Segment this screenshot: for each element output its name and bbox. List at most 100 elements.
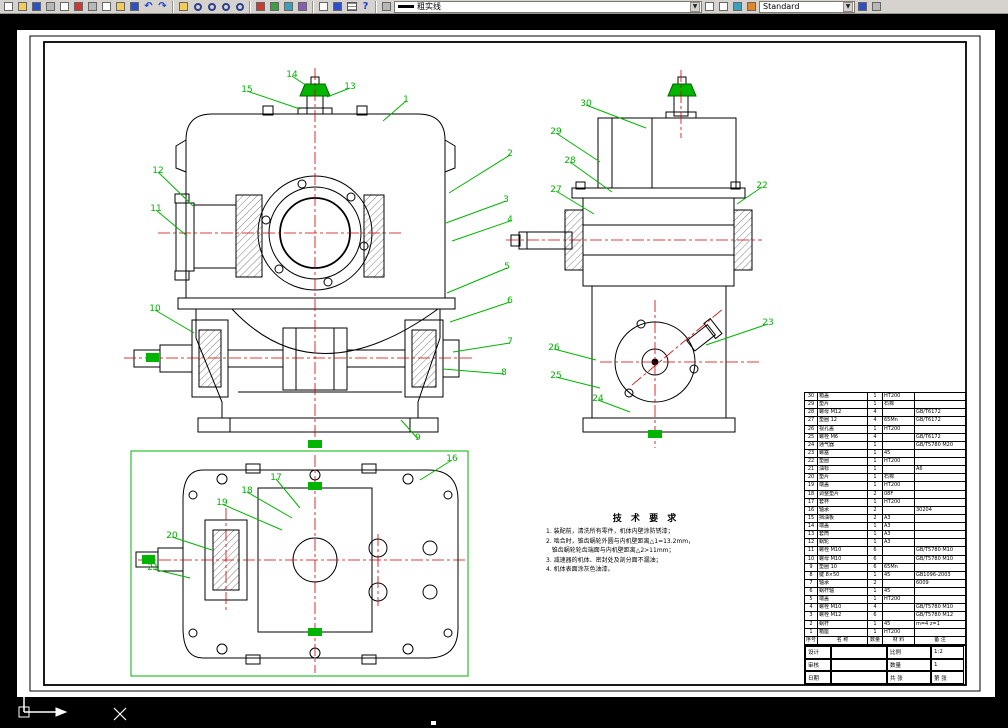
bom-row: 11螺栓 M106GB/T5780 M10 [805, 547, 965, 555]
area-icon[interactable] [296, 0, 309, 13]
bom-cell: 蜗杆 [818, 621, 868, 628]
bom-cell: HT200 [883, 482, 915, 489]
bom-cell: 17 [805, 499, 818, 506]
zoom-window-icon[interactable] [205, 0, 218, 13]
bom-cell [915, 393, 965, 400]
bom-cell [883, 547, 915, 554]
bom-cell: 23 [805, 450, 818, 457]
tech-requirement-line: 2. 啮合时，锥齿蜗轮外圆与内机壁距离△1=13.2mm， [546, 537, 746, 547]
bom-cell: 备 注 [915, 637, 965, 645]
bom-cell [915, 523, 965, 530]
layers-icon[interactable] [380, 0, 393, 13]
parts-list-table: 30箱盖1HT20029垫片1石棉28螺母 M124GB/T617227垫圈 1… [804, 392, 966, 645]
bom-cell: 26 [805, 426, 818, 433]
measure-icon[interactable] [282, 0, 295, 13]
bom-row: 25螺栓 M64GB/T6172 [805, 434, 965, 442]
bom-cell: 13 [805, 531, 818, 538]
bom-cell [915, 629, 965, 636]
linetype-sample-icon [398, 5, 414, 8]
table-icon[interactable] [345, 0, 358, 13]
part-balloon-16: 16 [446, 454, 458, 464]
title-block-cell: 日期 [805, 671, 831, 684]
bom-cell: 18 [805, 491, 818, 498]
plot-style-icon[interactable] [731, 0, 744, 13]
text-style-combo[interactable]: Standard ▼ [759, 1, 855, 13]
bom-cell: 45 [883, 588, 915, 595]
pan-icon[interactable] [177, 0, 190, 13]
regen-icon[interactable] [268, 0, 281, 13]
save-icon[interactable] [30, 0, 43, 13]
toolbar: ↶ ↷ ? 粗实线 ▼ Standard ▼ [0, 0, 1008, 14]
redo-icon[interactable]: ↷ [156, 0, 169, 13]
part-balloon-11: 11 [150, 204, 161, 214]
bom-cell: 2 [868, 515, 883, 522]
bom-cell: 轴承 [818, 507, 868, 514]
bom-cell: GB/T5780 M10 [915, 556, 965, 563]
redraw-icon[interactable] [254, 0, 267, 13]
bom-cell: 16 [805, 507, 818, 514]
bom-cell: GB/T5780 M12 [915, 612, 965, 619]
bom-cell: A3 [883, 515, 915, 522]
bom-cell: 名 称 [818, 637, 868, 645]
chevron-down-icon[interactable]: ▼ [690, 2, 700, 12]
new-icon[interactable] [2, 0, 15, 13]
sheet2-icon[interactable] [717, 0, 730, 13]
insert-icon[interactable] [331, 0, 344, 13]
match-props-icon[interactable] [128, 0, 141, 13]
bom-cell: 45 [883, 621, 915, 628]
bom-cell: 20 [805, 474, 818, 481]
bom-cell: 6 [868, 547, 883, 554]
bom-cell: 视孔盖 [818, 426, 868, 433]
bom-cell: 2 [868, 580, 883, 587]
bom-cell: 1 [868, 523, 883, 530]
bom-row: 20垫片1石棉 [805, 474, 965, 482]
bom-cell: 24 [805, 442, 818, 449]
bom-row: 4螺栓 M104GB/T5780 M10 [805, 604, 965, 612]
bom-cell [883, 409, 915, 416]
bom-cell: 垫片 [818, 401, 868, 408]
part-balloon-25: 25 [550, 371, 561, 381]
settings-icon[interactable] [870, 0, 883, 13]
bom-cell: 螺栓 M10 [818, 547, 868, 554]
spell-icon[interactable] [72, 0, 85, 13]
open-icon[interactable] [16, 0, 29, 13]
sheet-icon[interactable] [703, 0, 716, 13]
title-block-cell: 第 张 [931, 671, 964, 684]
block-icon[interactable] [317, 0, 330, 13]
copy-icon[interactable] [100, 0, 113, 13]
bom-row: 29垫片1石棉 [805, 401, 965, 409]
cut-icon[interactable] [86, 0, 99, 13]
bom-cell [883, 604, 915, 611]
bom-row: 26视孔盖1HT200 [805, 426, 965, 434]
undo-icon[interactable]: ↶ [142, 0, 155, 13]
preview-icon[interactable] [58, 0, 71, 13]
bom-cell: 14 [805, 523, 818, 530]
part-balloon-6: 6 [507, 296, 513, 306]
bom-row: 21油标1A6 [805, 466, 965, 474]
bom-cell: 螺塞 [818, 450, 868, 457]
bom-cell: 1 [805, 629, 818, 636]
bom-cell: 油标 [818, 466, 868, 473]
paste-icon[interactable] [114, 0, 127, 13]
bom-row: 24通气器1GB/T5780 M20 [805, 442, 965, 450]
bom-cell: 1 [868, 466, 883, 473]
bom-cell: 9 [805, 564, 818, 571]
linetype-combo[interactable]: 粗实线 ▼ [394, 1, 702, 13]
bom-cell [915, 531, 965, 538]
bom-row: 8键 8×50145GB1096-2003 [805, 572, 965, 580]
print-icon[interactable] [44, 0, 57, 13]
bom-cell: 6009 [915, 580, 965, 587]
zoom-realtime-icon[interactable] [191, 0, 204, 13]
bom-cell [883, 580, 915, 587]
bom-cell: 2 [805, 621, 818, 628]
bom-cell: 通气器 [818, 442, 868, 449]
linetype-label: 粗实线 [417, 1, 687, 12]
bom-cell: 调整垫片 [818, 491, 868, 498]
zoom-extents-icon[interactable] [233, 0, 246, 13]
render-icon[interactable] [856, 0, 869, 13]
chevron-down-icon[interactable]: ▼ [843, 2, 853, 12]
help-icon[interactable]: ? [359, 0, 372, 13]
pencil-icon[interactable] [745, 0, 758, 13]
zoom-previous-icon[interactable] [219, 0, 232, 13]
bom-cell [915, 596, 965, 603]
